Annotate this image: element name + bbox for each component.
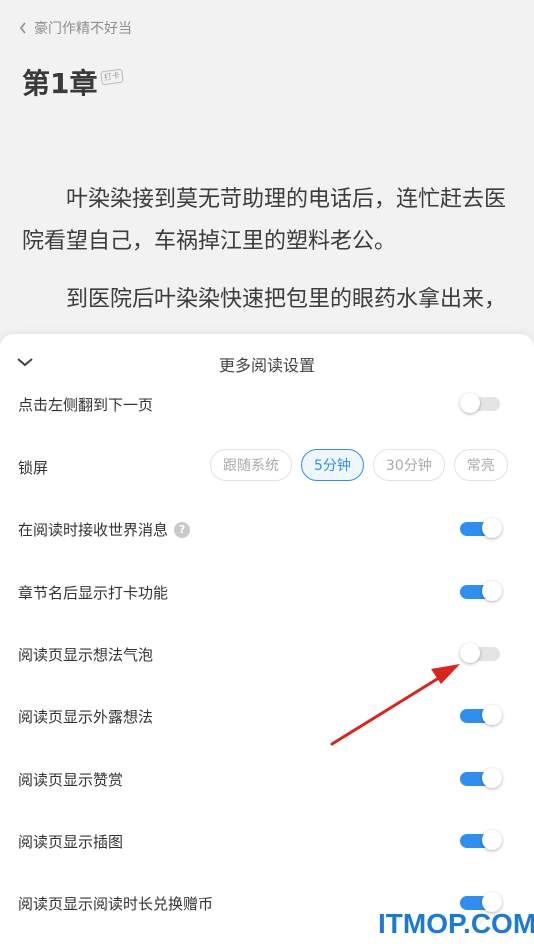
setting-label: 阅读页显示插图 xyxy=(18,833,124,851)
checkin-badge[interactable]: 打卡 xyxy=(100,68,125,86)
chapter-heading: 第1章 打卡 xyxy=(22,62,125,102)
lock-option-follow-system[interactable]: 跟随系统 xyxy=(210,449,292,481)
toggle-switch[interactable] xyxy=(460,768,502,788)
more-reading-settings-panel: 更多阅读设置 点击左侧翻到下一页 锁屏 跟随系统 5分钟 30分钟 常亮 在阅读… xyxy=(0,334,534,950)
setting-label: 阅读页显示赞赏 xyxy=(18,771,124,789)
lock-option-always-on[interactable]: 常亮 xyxy=(453,449,508,481)
setting-label: 阅读页显示外露想法 xyxy=(18,708,154,726)
chapter-title: 第1章 xyxy=(22,67,98,100)
setting-row-exposed-ideas: 阅读页显示外露想法 xyxy=(0,696,534,736)
setting-label: 锁屏 xyxy=(18,459,49,477)
chevron-left-icon xyxy=(19,22,26,34)
setting-label: 阅读页显示阅读时长兑换赠币 xyxy=(18,895,214,913)
setting-label-text: 在阅读时接收世界消息 xyxy=(18,521,169,539)
back-link[interactable]: 豪门作精不好当 xyxy=(18,18,132,38)
toggle-switch[interactable] xyxy=(460,705,502,725)
setting-row-tap-left-next-page: 点击左侧翻到下一页 xyxy=(0,384,534,424)
setting-row-world-messages: 在阅读时接收世界消息 ? xyxy=(0,509,534,549)
toggle-switch[interactable] xyxy=(460,518,502,538)
setting-label: 在阅读时接收世界消息 ? xyxy=(18,519,191,540)
setting-row-lock-screen: 锁屏 跟随系统 5分钟 30分钟 常亮 xyxy=(0,447,534,487)
book-title: 豪门作精不好当 xyxy=(34,21,132,37)
toggle-switch[interactable] xyxy=(460,830,502,850)
setting-label: 章节名后显示打卡功能 xyxy=(18,584,169,602)
paragraph: 到医院后叶染染快速把包里的眼药水拿出来， xyxy=(66,287,507,312)
setting-row-idea-bubbles: 阅读页显示想法气泡 xyxy=(0,634,534,674)
paragraph: 叶染染接到莫无苛助理的电话后，连忙赶去医院看望自己，车祸掉江里的塑料老公。 xyxy=(22,187,507,254)
toggle-switch[interactable] xyxy=(460,393,502,413)
lock-option-30min[interactable]: 30分钟 xyxy=(372,449,445,481)
setting-label: 点击左侧翻到下一页 xyxy=(18,396,154,414)
setting-row-checkin-after-chapter: 章节名后显示打卡功能 xyxy=(0,572,534,612)
panel-title: 更多阅读设置 xyxy=(218,356,315,375)
toggle-switch[interactable] xyxy=(460,581,502,601)
lock-options: 跟随系统 5分钟 30分钟 常亮 xyxy=(210,449,508,481)
lock-option-5min[interactable]: 5分钟 xyxy=(301,449,364,481)
setting-row-illustrations: 阅读页显示插图 xyxy=(0,821,534,861)
toggle-switch[interactable] xyxy=(460,643,502,663)
setting-row-show-tips: 阅读页显示赞赏 xyxy=(0,759,534,799)
help-icon[interactable]: ? xyxy=(174,521,191,538)
setting-label: 阅读页显示想法气泡 xyxy=(18,646,154,664)
watermark: ITMOP.COM xyxy=(378,908,534,939)
